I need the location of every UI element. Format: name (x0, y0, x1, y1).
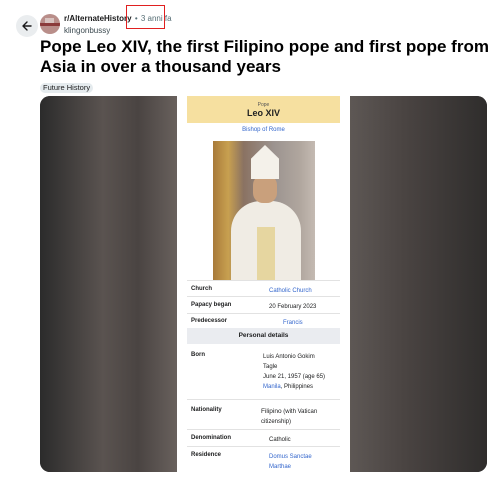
wikipedia-infobox: Pope Leo XIV Bishop of Rome Church Catho… (177, 96, 350, 472)
row-label: Predecessor (191, 318, 228, 324)
born-name-line2: Tagle (263, 364, 278, 370)
row-value: Francis (283, 320, 303, 326)
nationality-value: Filipino (261, 408, 282, 415)
born-place-link: Manila (263, 384, 281, 390)
nationality-note-2: citizenship) (261, 419, 292, 425)
row-label: Papacy began (191, 302, 232, 308)
row-label: Denomination (191, 435, 231, 441)
row-label: Residence (191, 452, 222, 458)
infobox-overline: Pope (257, 102, 270, 108)
born-date: June 21, 1957 (age 65) (263, 374, 326, 380)
row-value: 20 February 2023 (269, 304, 317, 310)
image-blur-left (40, 96, 180, 472)
post-flair[interactable]: Future History (40, 83, 94, 93)
row-label: Nationality (191, 407, 222, 413)
post-image[interactable]: Pope Leo XIV Bishop of Rome Church Catho… (40, 96, 487, 472)
row-label: Church (191, 286, 212, 292)
image-blur-right (349, 96, 487, 472)
residence-line2: Marthae (269, 464, 292, 470)
born-place-rest: , Philippines (280, 384, 314, 390)
infobox-header: Pope Leo XIV (187, 96, 340, 123)
subreddit-link[interactable]: r/AlternateHistory (64, 14, 132, 23)
author-link[interactable]: klingonbussy (64, 26, 110, 35)
residence-line1: Domus Sanctae (269, 454, 312, 460)
row-value: Catholic Church (269, 288, 312, 294)
subreddit-avatar[interactable] (40, 14, 60, 34)
back-button[interactable] (16, 15, 38, 37)
infobox-section-personal: Personal details (187, 328, 340, 344)
row-label: Born (191, 352, 205, 358)
infobox-subtitle: Bishop of Rome (242, 127, 285, 133)
timestamp-highlight (126, 5, 165, 29)
nationality-note: (with Vatican (283, 409, 318, 415)
born-name-line1: Luis Antonio Gokim (263, 354, 315, 360)
post-title[interactable]: Pope Leo XIV, the first Filipino pope an… (40, 37, 490, 77)
row-value: Catholic (269, 437, 291, 443)
arrow-left-icon (22, 21, 32, 31)
infobox-name: Leo XIV (246, 108, 280, 118)
pope-portrait (213, 141, 315, 281)
